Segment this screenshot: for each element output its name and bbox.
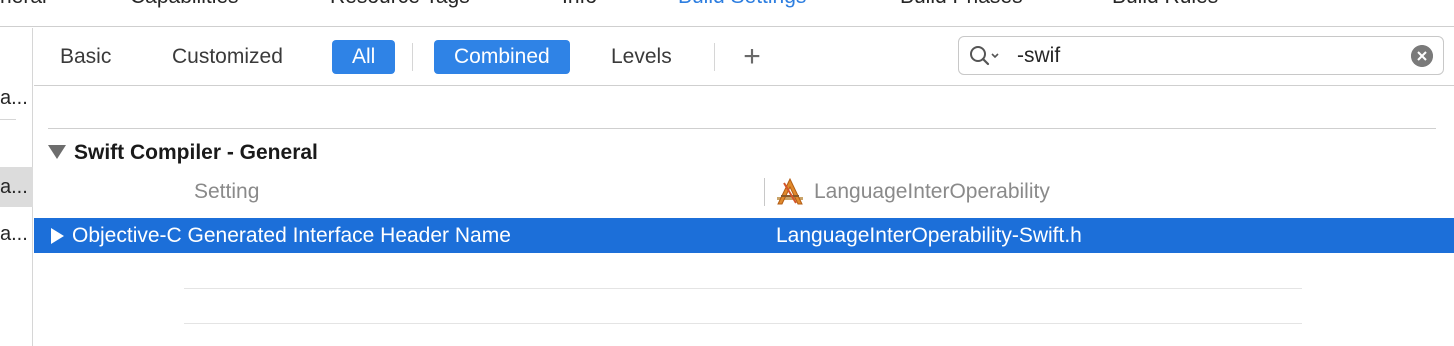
tab-general[interactable]: neral [0, 0, 47, 9]
filter-all-button[interactable]: All [332, 40, 396, 74]
sidebar-divider [0, 119, 16, 120]
column-header-target: LanguageInterOperability [814, 180, 1050, 203]
tab-build-rules[interactable]: Build Rules [1112, 0, 1218, 9]
tab-info[interactable]: Info [562, 0, 597, 9]
empty-row-divider [184, 288, 1302, 289]
toolbar-separator [412, 43, 413, 71]
section-divider [48, 128, 1436, 129]
setting-name[interactable]: Objective-C Generated Interface Header N… [72, 218, 511, 253]
sidebar-item-target[interactable]: a... [0, 214, 33, 254]
column-header-setting: Setting [194, 180, 260, 203]
sidebar-item-project[interactable]: a... [0, 78, 33, 118]
search-field[interactable] [958, 36, 1444, 75]
search-icon[interactable] [969, 45, 1003, 67]
view-combined-button[interactable]: Combined [434, 40, 570, 74]
disclosure-triangle-expanded-icon[interactable] [48, 145, 66, 159]
view-levels-button[interactable]: Levels [591, 40, 692, 74]
tab-build-settings[interactable]: Build Settings [678, 0, 806, 9]
editor-tab-bar: neral Capabilities Resource Tags Info Bu… [0, 0, 1454, 27]
column-separator [764, 178, 765, 206]
setting-row-selected[interactable]: Objective-C Generated Interface Header N… [34, 218, 1454, 253]
build-settings-content: Swift Compiler - General Setting Languag… [34, 87, 1454, 346]
targets-sidebar: a... a... a... [0, 28, 33, 346]
filter-basic-button[interactable]: Basic [40, 40, 131, 74]
filter-customized-button[interactable]: Customized [152, 40, 303, 74]
app-target-icon [777, 177, 803, 205]
search-input[interactable] [1017, 37, 1397, 74]
tab-capabilities[interactable]: Capabilities [130, 0, 239, 9]
add-setting-icon[interactable]: + [737, 41, 767, 73]
empty-row-divider [184, 323, 1302, 324]
section-title[interactable]: Swift Compiler - General [74, 139, 318, 167]
tab-build-phases[interactable]: Build Phases [900, 0, 1023, 9]
sidebar-item-target-selected[interactable]: a... [0, 167, 33, 207]
tab-resource-tags[interactable]: Resource Tags [330, 0, 470, 9]
setting-value[interactable]: LanguageInterOperability-Swift.h [776, 218, 1082, 253]
build-settings-filter-bar: Basic Customized All Combined Levels + [34, 28, 1454, 86]
clear-search-icon[interactable] [1411, 45, 1433, 67]
toolbar-separator [714, 43, 715, 71]
disclosure-triangle-collapsed-icon[interactable] [51, 228, 64, 244]
